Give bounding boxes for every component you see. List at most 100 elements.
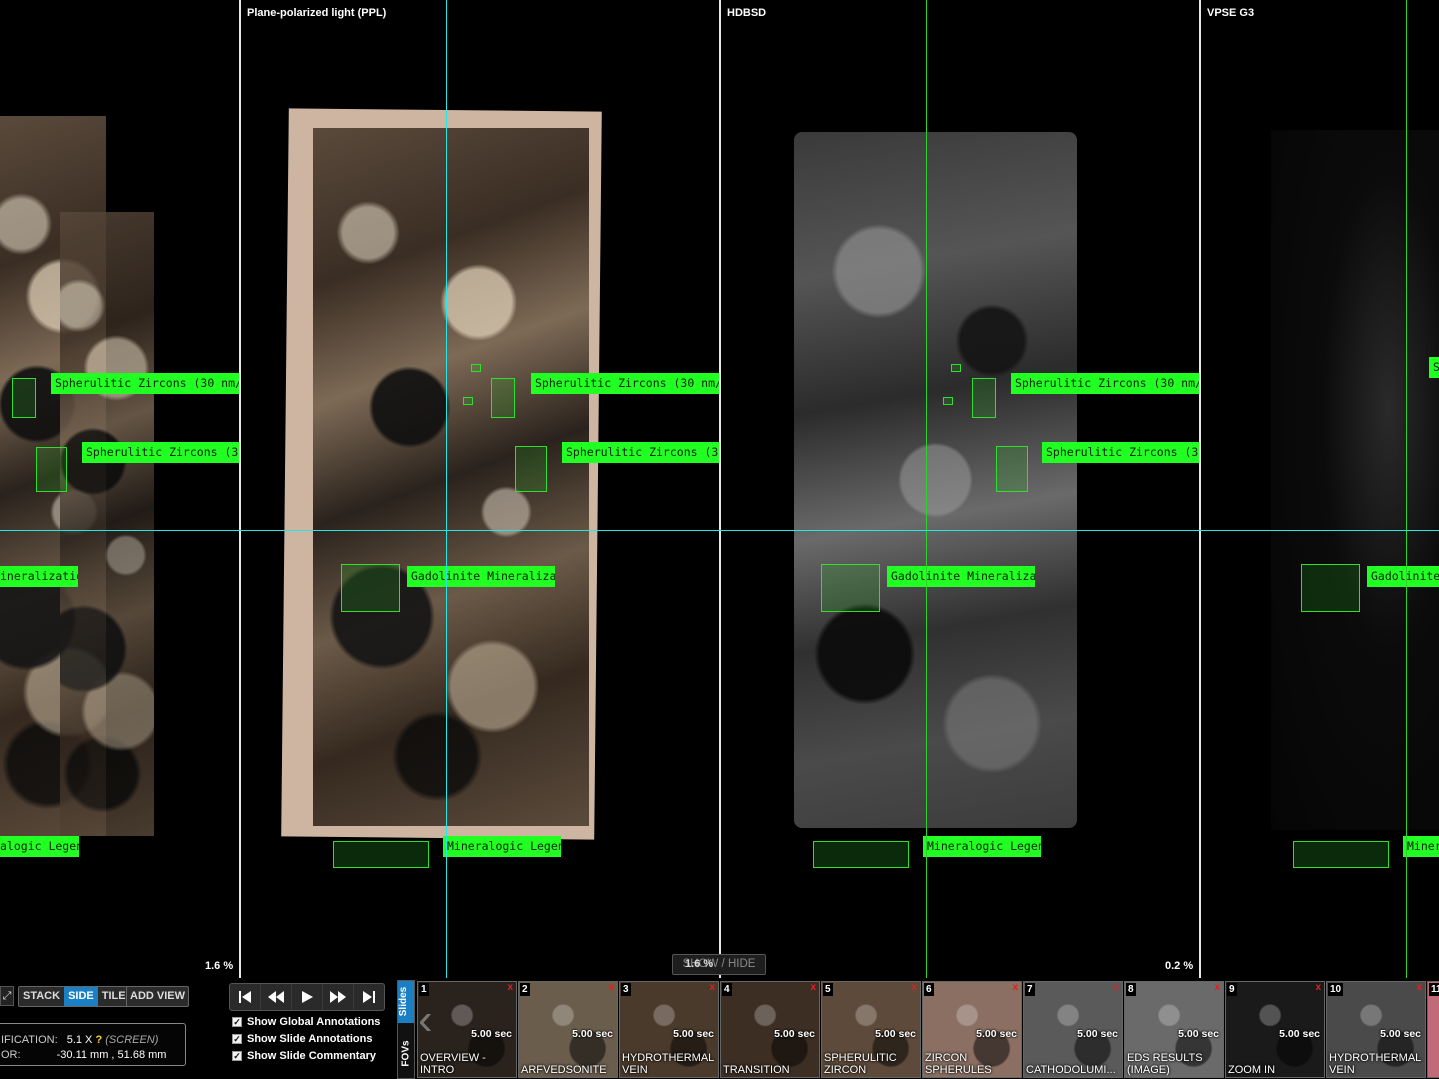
zircon-label-2[interactable]: Spherulitic Zircons (30 nm/ <box>1042 442 1199 463</box>
viewer-panel-vpse[interactable]: VPSE G3 S Gadolinite M Miner <box>1201 0 1439 978</box>
tab-fovs[interactable]: FOVs <box>398 1031 414 1077</box>
close-icon[interactable]: x <box>507 982 513 993</box>
legend-box[interactable] <box>813 841 909 868</box>
slide-number: 8 <box>1126 983 1136 996</box>
legend-label[interactable]: Mineralogic Legend <box>923 836 1041 857</box>
slide-thumbnail[interactable]: 8 x 5.00 sec EDS RESULTS (IMAGE) <box>1124 981 1224 1078</box>
slide-number: 5 <box>823 983 833 996</box>
checkbox-checked-icon[interactable]: ✓ <box>232 1051 242 1061</box>
magnification-row: IFICATION: 5.1 X ? (SCREEN) <box>1 1034 158 1046</box>
panel-title: VPSE G3 <box>1207 7 1255 19</box>
zircon-box-2[interactable] <box>996 446 1028 492</box>
slide-number: 3 <box>621 983 631 996</box>
sample-image-ppl <box>313 128 589 826</box>
expand-icon[interactable]: ⤢ <box>0 986 14 1006</box>
gadolinite-label[interactable]: Gadolinite Mineralization <box>407 566 555 587</box>
slide-title: ZIRCON SPHERULES <box>925 1052 992 1076</box>
legend-box[interactable] <box>333 841 429 868</box>
play-icon[interactable] <box>292 984 323 1010</box>
checkbox-checked-icon[interactable]: ✓ <box>232 1034 242 1044</box>
gadolinite-box[interactable] <box>1301 564 1360 612</box>
cursor-label: OR: <box>1 1049 21 1061</box>
viewer-panel-0[interactable]: Spherulitic Zircons (30 nm/pixel Spherul… <box>0 0 239 978</box>
slide-thumbnail[interactable]: 2 x 5.00 sec ARFVEDSONITE <box>518 981 618 1078</box>
slide-thumbnail[interactable]: 3 x 5.00 sec HYDROTHERMAL VEIN <box>619 981 719 1078</box>
slide-thumbnail[interactable]: 7 x 5.00 sec CATHODOLUMI... <box>1023 981 1123 1078</box>
slide-thumbnail[interactable]: 11x <box>1427 981 1439 1078</box>
zircon-label-1[interactable]: Spherulitic Zircons (30 nm/pixel <box>531 373 719 394</box>
chevron-left-icon[interactable]: ‹ <box>418 990 438 1050</box>
gadolinite-label[interactable]: ineralization <box>0 566 78 587</box>
magnification-label: IFICATION: <box>1 1034 58 1046</box>
skip-to-end-icon[interactable] <box>354 984 384 1010</box>
legend-label[interactable]: Mineralogic Legend <box>443 836 561 857</box>
zircon-box-small-b[interactable] <box>463 397 473 405</box>
cursor-value: -30.11 mm , 51.68 mm <box>56 1049 167 1061</box>
close-icon[interactable]: x <box>1012 982 1018 993</box>
zircon-label-2[interactable]: Spherulitic Zircons (30 nm/ <box>562 442 719 463</box>
slide-number: 6 <box>924 983 934 996</box>
zircon-label-2[interactable]: Spherulitic Zircons (30 nm/ <box>82 442 239 463</box>
slide-thumbnail[interactable]: 10 x 5.00 sec HYDROTHERMAL VEIN <box>1326 981 1426 1078</box>
slide-number: 9 <box>1227 983 1237 996</box>
slide-thumbnail[interactable]: 9 x 5.00 sec ZOOM IN <box>1225 981 1325 1078</box>
option-global-annotations[interactable]: ✓ Show Global Annotations <box>232 1016 380 1028</box>
close-icon[interactable]: x <box>709 982 715 993</box>
slide-tray: 1 x 5.00 sec OVERVIEW - INTRO 2 x 5.00 sec ARFV… <box>417 981 1439 1078</box>
slide-preview-image <box>1428 982 1439 1077</box>
zircon-box-2[interactable] <box>36 447 67 492</box>
option-slide-annotations[interactable]: ✓ Show Slide Annotations <box>232 1033 372 1045</box>
zircon-box-1[interactable] <box>972 378 996 418</box>
gadolinite-label[interactable]: Gadolinite M <box>1367 566 1439 587</box>
fast-forward-icon[interactable] <box>323 984 354 1010</box>
checkbox-checked-icon[interactable]: ✓ <box>232 1017 242 1027</box>
slide-thumbnail[interactable]: 6 x 5.00 sec ZIRCON SPHERULES <box>922 981 1022 1078</box>
cursor-row: OR: -30.11 mm , 51.68 mm <box>1 1049 166 1061</box>
close-icon[interactable]: x <box>1315 982 1321 993</box>
magnification-help-icon[interactable]: ? <box>95 1034 102 1046</box>
close-icon[interactable]: x <box>1214 982 1220 993</box>
close-icon[interactable]: x <box>911 982 917 993</box>
legend-label[interactable]: Miner <box>1403 836 1439 857</box>
zircon-label-1[interactable]: S <box>1429 357 1439 378</box>
layout-tile-button[interactable]: TILE <box>97 987 130 1006</box>
tab-slides[interactable]: Slides <box>398 981 414 1023</box>
close-icon[interactable]: x <box>608 982 614 993</box>
slide-number: 4 <box>722 983 732 996</box>
slide-title: ARFVEDSONITE <box>521 1064 607 1076</box>
close-icon[interactable]: x <box>1113 982 1119 993</box>
close-icon[interactable]: x <box>1416 982 1422 993</box>
slide-title: EDS RESULTS (IMAGE) <box>1127 1052 1203 1076</box>
add-view-button[interactable]: ADD VIEW <box>126 986 189 1007</box>
slide-thumbnail[interactable]: 4 x 5.00 sec TRANSITION <box>720 981 820 1078</box>
layout-mode-group: STACK SIDE TILE <box>18 986 131 1007</box>
skip-to-start-icon[interactable] <box>230 984 261 1010</box>
gadolinite-box[interactable] <box>341 564 400 612</box>
viewer-panel-ppl[interactable]: Plane-polarized light (PPL) Spherulitic … <box>241 0 719 978</box>
layout-stack-button[interactable]: STACK <box>19 987 65 1006</box>
legend-label[interactable]: alogic Legend <box>0 836 79 857</box>
tray-tabs: Slides FOVs <box>397 980 415 1079</box>
option-slide-commentary[interactable]: ✓ Show Slide Commentary <box>232 1050 376 1062</box>
panel-title: Plane-polarized light (PPL) <box>247 7 387 19</box>
slide-duration: 5.00 sec <box>1178 1028 1219 1040</box>
rewind-icon[interactable] <box>261 984 292 1010</box>
gadolinite-box[interactable] <box>821 564 880 612</box>
legend-box[interactable] <box>1293 841 1389 868</box>
zircon-box-small-b[interactable] <box>943 397 953 405</box>
zircon-label-1[interactable]: Spherulitic Zircons (30 nm/pixel <box>51 373 239 394</box>
viewer-panel-hdbsd[interactable]: HDBSD Spherulitic Zircons (30 nm/pixel S… <box>721 0 1199 978</box>
zircon-box-2[interactable] <box>515 446 547 492</box>
slide-thumbnail[interactable]: 5 x 5.00 sec SPHERULITIC ZIRCON <box>821 981 921 1078</box>
zircon-label-1[interactable]: Spherulitic Zircons (30 nm/pixel <box>1011 373 1199 394</box>
zircon-box-1[interactable] <box>12 378 36 418</box>
option-label: Show Slide Annotations <box>247 1033 373 1045</box>
gadolinite-label[interactable]: Gadolinite Mineralization <box>887 566 1035 587</box>
slide-title: CATHODOLUMI... <box>1026 1064 1116 1076</box>
zircon-box-small-a[interactable] <box>951 364 961 372</box>
layout-side-button[interactable]: SIDE <box>64 987 98 1006</box>
zircon-box-small-a[interactable] <box>471 364 481 372</box>
zircon-box-1[interactable] <box>491 378 515 418</box>
close-icon[interactable]: x <box>810 982 816 993</box>
slide-title: OVERVIEW - INTRO <box>420 1052 486 1076</box>
